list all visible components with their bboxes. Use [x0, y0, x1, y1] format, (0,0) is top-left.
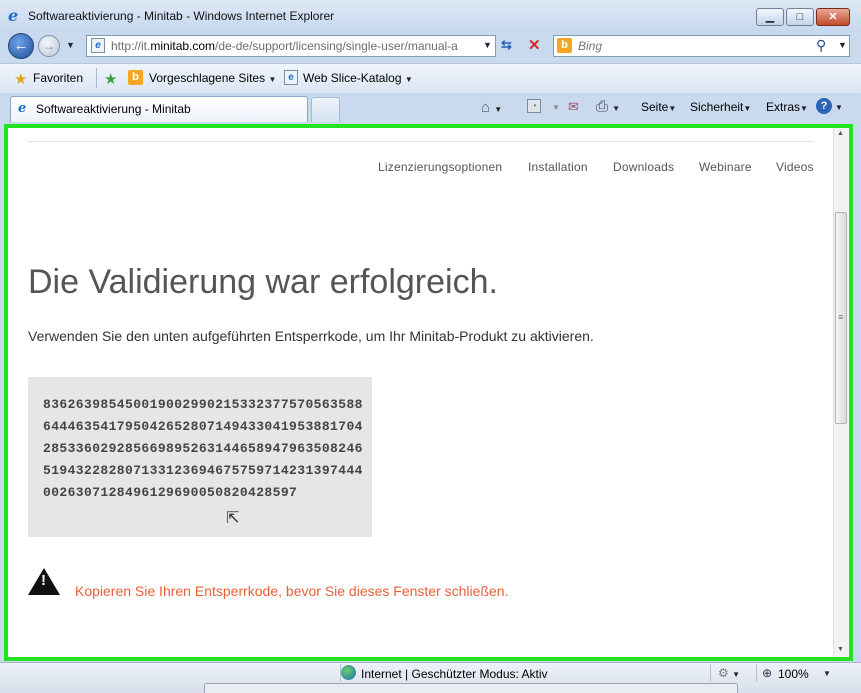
- back-button[interactable]: ←: [8, 33, 34, 59]
- divider: [28, 141, 814, 142]
- nav-link-videos[interactable]: Videos: [776, 160, 814, 174]
- ie-logo-icon: e: [18, 101, 27, 116]
- safety-menu[interactable]: Sicherheit▼: [690, 100, 751, 114]
- chevron-down-icon: ▼: [268, 75, 277, 84]
- address-input[interactable]: http://it.minitab.com/de-de/support/lice…: [111, 39, 478, 53]
- close-button[interactable]: ✕: [816, 8, 850, 26]
- nav-link-licensing[interactable]: Lizenzierungsoptionen: [378, 160, 502, 174]
- warning-message: Kopieren Sie Ihren Entsperrkode, bevor S…: [75, 583, 509, 599]
- page-title: Die Validierung war erfolgreich.: [28, 263, 498, 301]
- chevron-down-icon: ▼: [404, 75, 413, 84]
- url-prefix: http://it.: [111, 39, 151, 53]
- security-zone-status[interactable]: Internet | Geschützter Modus: Aktiv: [361, 667, 548, 681]
- cursor-icon: ⇱: [226, 510, 240, 527]
- favorites-star-icon: ★: [14, 71, 28, 88]
- chevron-down-icon: ▼: [800, 104, 808, 113]
- mail-icon[interactable]: ✉: [568, 99, 579, 115]
- suggested-sites-label: Vorgeschlagene Sites: [149, 71, 266, 85]
- print-icon[interactable]: ⎙ ▼: [596, 98, 620, 115]
- zoom-dropdown[interactable]: ▼: [823, 669, 831, 678]
- chevron-down-icon: ▼: [668, 104, 677, 113]
- url-host: minitab.com: [150, 39, 216, 53]
- chevron-down-icon: ▼: [743, 104, 752, 113]
- tab-label: Softwareaktivierung - Minitab: [36, 102, 191, 116]
- search-icon[interactable]: ⚲: [816, 37, 826, 54]
- ie-logo-icon: e: [8, 6, 19, 25]
- scroll-down-arrow-icon[interactable]: ▼: [837, 646, 844, 653]
- forward-button[interactable]: →: [38, 35, 60, 57]
- nav-link-webinars[interactable]: Webinare: [699, 160, 752, 174]
- recent-pages-dropdown[interactable]: ▼: [66, 40, 75, 50]
- forward-arrow-icon: →: [43, 39, 55, 53]
- unlock-code[interactable]: 8362639854500190029902153323775705635886…: [43, 394, 363, 504]
- compatibility-icon[interactable]: ⇆: [501, 37, 512, 53]
- stop-icon[interactable]: ✕: [528, 36, 541, 54]
- help-dropdown[interactable]: ▼: [835, 103, 843, 112]
- web-slice-label: Web Slice-Katalog: [303, 71, 402, 85]
- minimize-button[interactable]: ▁: [756, 8, 784, 26]
- feeds-dropdown[interactable]: ▼: [552, 103, 560, 112]
- search-options-dropdown[interactable]: ▼: [838, 40, 847, 50]
- suggested-sites-link[interactable]: Vorgeschlagene Sites ▼: [149, 71, 276, 85]
- url-path: /de-de/support/licensing/single-user/man…: [215, 39, 458, 53]
- scroll-up-arrow-icon[interactable]: ▲: [837, 130, 844, 137]
- globe-icon: [341, 665, 356, 680]
- protected-mode-icon[interactable]: ⚙ ▼: [718, 666, 740, 680]
- zoom-icon: ⊕: [762, 666, 773, 680]
- warning-exclamation: !: [41, 572, 46, 589]
- feeds-icon[interactable]: ◔: [527, 99, 541, 113]
- taskbar-window-peek: [204, 683, 738, 693]
- page-icon: e: [91, 38, 105, 53]
- tools-menu-label: Extras: [766, 100, 801, 114]
- new-tab-button[interactable]: [311, 97, 340, 122]
- toolbar-divider: [96, 68, 97, 88]
- web-slice-icon: e: [284, 70, 298, 85]
- back-arrow-icon: ←: [13, 37, 29, 54]
- search-input[interactable]: [578, 38, 798, 54]
- favorites-button[interactable]: Favoriten: [33, 71, 83, 85]
- nav-link-installation[interactable]: Installation: [528, 160, 588, 174]
- web-slice-gallery-link[interactable]: Web Slice-Katalog ▼: [303, 71, 413, 85]
- add-favorites-icon[interactable]: ★: [104, 70, 117, 88]
- bing-icon: b: [557, 38, 572, 53]
- scroll-grip-icon: ≡: [838, 312, 844, 322]
- safety-menu-label: Sicherheit: [690, 100, 744, 114]
- window-title: Softwareaktivierung - Minitab - Windows …: [28, 9, 335, 23]
- address-dropdown[interactable]: ▼: [483, 40, 492, 50]
- bing-icon: b: [128, 70, 143, 85]
- status-divider: [710, 664, 711, 682]
- intro-text: Verwenden Sie den unten aufgeführten Ent…: [28, 328, 594, 344]
- status-divider: [756, 664, 757, 682]
- help-icon[interactable]: ?: [816, 98, 832, 114]
- nav-link-downloads[interactable]: Downloads: [613, 160, 674, 174]
- maximize-button[interactable]: □: [786, 8, 814, 26]
- zoom-level[interactable]: 100%: [778, 667, 809, 681]
- tools-menu[interactable]: Extras▼: [766, 100, 808, 114]
- page-menu-label: Seite: [641, 100, 669, 114]
- page-menu[interactable]: Seite▼: [641, 100, 676, 114]
- home-icon[interactable]: ⌂ ▼: [481, 99, 502, 116]
